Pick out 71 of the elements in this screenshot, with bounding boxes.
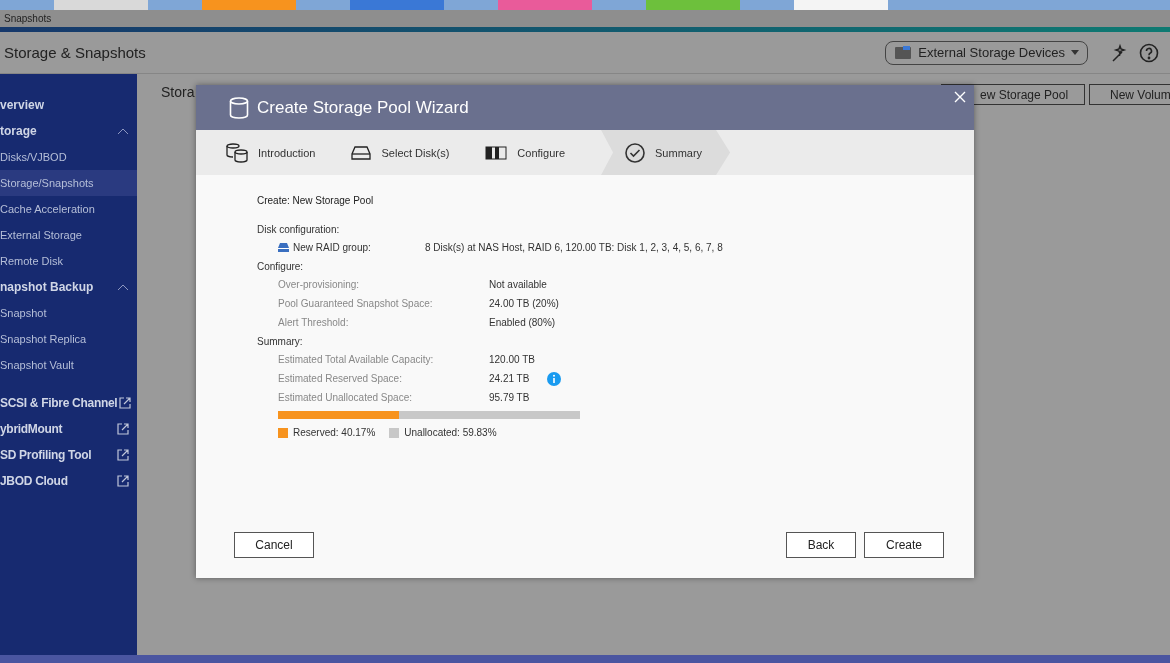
- external-link-icon: [117, 475, 129, 487]
- field-label: Estimated Reserved Space:: [278, 373, 403, 384]
- app-tile[interactable]: [794, 0, 888, 10]
- toolbar-button[interactable]: New Volum: [1089, 84, 1170, 105]
- section-heading: Configure:: [257, 261, 305, 272]
- external-link-icon: [117, 449, 129, 461]
- sidebar-item[interactable]: verview: [0, 92, 137, 118]
- field-label: New RAID group:: [293, 242, 371, 253]
- field-label: Estimated Unallocated Space:: [278, 392, 413, 403]
- page-title: Stora: [161, 84, 195, 100]
- step-label: Select Disk(s): [381, 146, 450, 159]
- sidebar-item[interactable]: Snapshot: [0, 300, 137, 326]
- field-value: 120.00 TB: [489, 354, 535, 365]
- window-title: Snapshots: [4, 13, 52, 24]
- sidebar-item[interactable]: ybridMount: [0, 416, 137, 442]
- section-heading: Disk configuration:: [257, 224, 341, 235]
- step-label: Introduction: [258, 146, 316, 159]
- app-tile[interactable]: [646, 0, 740, 10]
- app-tile[interactable]: [498, 0, 592, 10]
- create-line: Create: New Storage Pool: [257, 195, 375, 206]
- field-value: 24.00 TB (20%): [489, 298, 559, 309]
- columns-icon: [485, 145, 508, 160]
- create-button[interactable]: Create: [864, 532, 944, 558]
- collapse-chevron-icon[interactable]: [117, 128, 129, 135]
- app-tile[interactable]: [202, 0, 296, 10]
- info-icon[interactable]: [547, 371, 562, 386]
- field-value: 95.79 TB: [489, 392, 530, 403]
- section-heading: Summary:: [257, 336, 304, 347]
- cancel-button[interactable]: Cancel: [234, 532, 314, 558]
- sidebar-item[interactable]: torage: [0, 118, 137, 144]
- field-label: Over-provisioning:: [278, 279, 361, 290]
- app-tile[interactable]: [54, 0, 148, 10]
- sidebar-item[interactable]: SD Profiling Tool: [0, 442, 137, 468]
- field-value: 24.21 TB: [489, 373, 530, 384]
- device-dropdown[interactable]: External Storage Devices: [885, 40, 1088, 65]
- legend-label: Unallocated: 59.83%: [404, 427, 497, 438]
- sidebar-item[interactable]: Snapshot Vault: [0, 352, 137, 378]
- field-value: Enabled (80%): [489, 317, 556, 328]
- app-title: Storage & Snapshots: [4, 44, 147, 61]
- disks-icon: [226, 142, 248, 163]
- sidebar-item[interactable]: Cache Acceleration: [0, 196, 137, 222]
- sidebar-item[interactable]: Disks/VJBOD: [0, 144, 137, 170]
- field-value: 8 Disk(s) at NAS Host, RAID 6, 120.00 TB: Disk 1, 2, 3, 4, 5, 6, 7, 8: [425, 242, 723, 253]
- sidebar-item[interactable]: Remote Disk: [0, 248, 137, 274]
- field-label: Alert Threshold:: [278, 317, 350, 328]
- sidebar-item[interactable]: napshot Backup: [0, 274, 137, 300]
- sidebar-item[interactable]: External Storage: [0, 222, 137, 248]
- step-label: Summary: [655, 146, 703, 159]
- sidebar-item[interactable]: JBOD Cloud: [0, 468, 137, 494]
- step-label: Configure: [517, 146, 566, 159]
- drive-icon: [278, 243, 289, 252]
- drive-icon: [894, 44, 913, 61]
- collapse-chevron-icon[interactable]: [117, 284, 129, 291]
- back-button[interactable]: Back: [786, 532, 856, 558]
- drive-icon: [351, 145, 372, 160]
- sidebar-item[interactable]: SCSI & Fibre Channel: [0, 390, 137, 416]
- legend-label: Reserved: 40.17%: [293, 427, 376, 438]
- caret-icon: [1071, 50, 1079, 55]
- sidebar-item[interactable]: Storage/Snapshots: [0, 170, 137, 196]
- dialog-title: Create Storage Pool Wizard: [257, 97, 469, 118]
- sidebar-item[interactable]: Snapshot Replica: [0, 326, 137, 352]
- close-icon[interactable]: [952, 89, 968, 105]
- field-value: Not available: [489, 279, 547, 290]
- help-icon[interactable]: [1138, 41, 1160, 64]
- field-label: Estimated Total Available Capacity:: [278, 354, 435, 365]
- app-tile[interactable]: [350, 0, 444, 10]
- external-link-icon: [119, 397, 132, 409]
- check-circle-icon: [625, 142, 646, 163]
- field-label: Pool Guaranteed Snapshot Space:: [278, 298, 434, 309]
- database-icon: [229, 96, 249, 119]
- external-link-icon: [117, 423, 129, 435]
